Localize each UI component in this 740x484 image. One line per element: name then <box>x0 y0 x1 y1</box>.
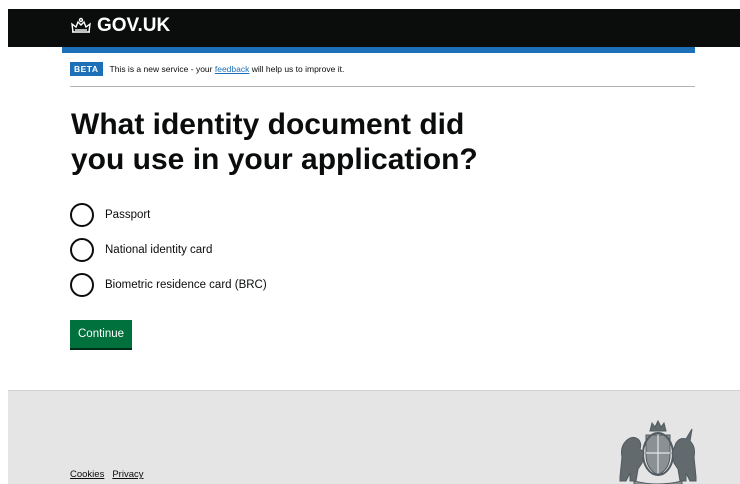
site-header: GOV.UK <box>8 9 740 47</box>
radio-label[interactable]: National identity card <box>105 244 212 256</box>
phase-banner: BETA This is a new service - your feedba… <box>70 62 695 87</box>
radio-circle[interactable] <box>70 237 94 262</box>
identity-document-radios: Passport National identity card Biometri… <box>70 197 267 302</box>
radio-label[interactable]: Passport <box>105 209 150 221</box>
radio-biometric-residence-card[interactable]: Biometric residence card (BRC) <box>70 267 267 302</box>
crown-icon <box>70 17 92 35</box>
footer-link-privacy[interactable]: Privacy <box>112 469 143 480</box>
footer-link-cookies[interactable]: Cookies <box>70 469 104 480</box>
page: GOV.UK BETA This is a new service - your… <box>0 0 740 484</box>
radio-circle[interactable] <box>70 202 94 227</box>
royal-coat-of-arms-icon <box>612 417 704 484</box>
radio-circle[interactable] <box>70 272 94 297</box>
feedback-link[interactable]: feedback <box>215 64 250 74</box>
radio-label[interactable]: Biometric residence card (BRC) <box>105 279 267 291</box>
continue-button[interactable]: Continue <box>70 320 133 348</box>
header-blue-rule <box>62 47 695 53</box>
page-title: What identity document did you use in yo… <box>71 108 478 176</box>
beta-tag: BETA <box>70 62 103 76</box>
phase-text-after: will help us to improve it. <box>249 64 345 74</box>
footer-links: Cookies Privacy <box>70 469 143 480</box>
govuk-logo-link[interactable]: GOV.UK <box>70 15 170 37</box>
site-footer: Cookies Privacy <box>8 390 740 484</box>
radio-passport[interactable]: Passport <box>70 197 267 232</box>
phase-banner-text: This is a new service - your feedback wi… <box>110 62 345 76</box>
logo-text: GOV.UK <box>97 15 171 36</box>
radio-national-identity-card[interactable]: National identity card <box>70 232 267 267</box>
phase-text-before: This is a new service - your <box>109 64 215 74</box>
